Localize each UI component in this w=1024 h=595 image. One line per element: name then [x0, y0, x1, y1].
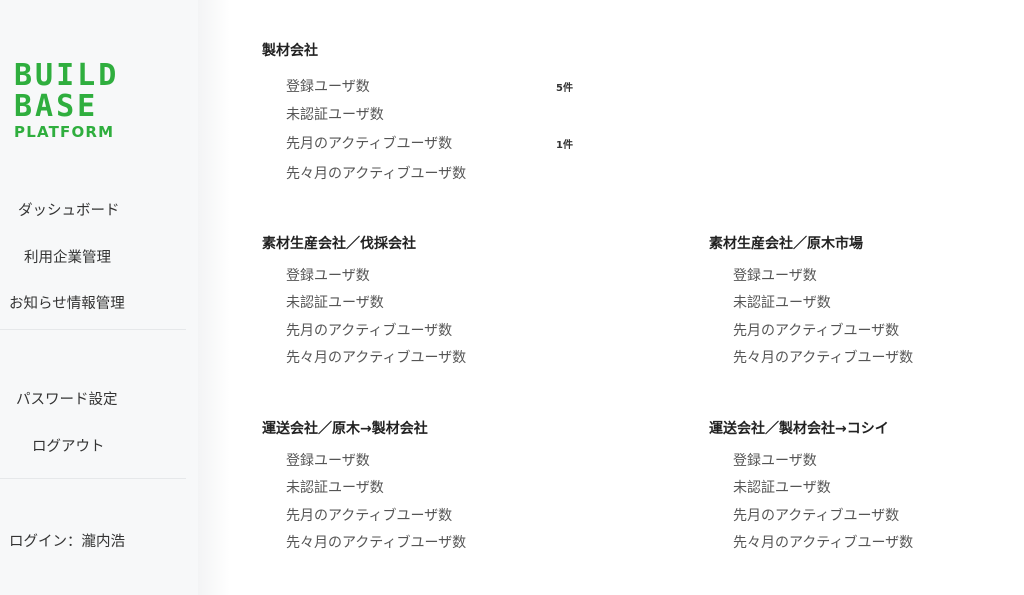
- last-month-active-users-label: 先月のアクティブユーザ数: [733, 323, 900, 339]
- registered-users-label: 登録ユーザ数: [286, 268, 370, 284]
- registered-users-label: 登録ユーザ数: [733, 268, 817, 284]
- sidebar-shadow: [198, 0, 230, 595]
- two-months-ago-active-users-label: 先々月のアクティブユーザ数: [733, 535, 914, 551]
- section-title: 素材生産会社／伐採会社: [262, 236, 416, 252]
- section-title: 製材会社: [262, 43, 318, 59]
- logo-line-1: BUILD: [14, 58, 120, 93]
- nav-item-logout[interactable]: ログアウト: [0, 435, 198, 456]
- nav-divider: [0, 329, 186, 330]
- two-months-ago-active-users-label: 先々月のアクティブユーザ数: [286, 350, 467, 366]
- stats-section-sawmill: 製材会社 登録ユーザ数 5件 未認証ユーザ数 先月のアクティブユーザ数 1件 先…: [262, 40, 702, 190]
- last-month-active-users-label: 先月のアクティブユーザ数: [733, 508, 900, 524]
- logo-line-3: PLATFORM: [14, 123, 115, 141]
- section-title: 素材生産会社／原木市場: [709, 236, 863, 252]
- stats-section-logging-company: 素材生産会社／伐採会社 登録ユーザ数 未認証ユーザ数 先月のアクティブユーザ数 …: [262, 233, 702, 373]
- unverified-users-label: 未認証ユーザ数: [733, 295, 831, 311]
- section-title: 運送会社／原木→製材会社: [262, 421, 428, 437]
- logo-line-2: BASE: [14, 89, 99, 124]
- two-months-ago-active-users-label: 先々月のアクティブユーザ数: [286, 166, 467, 182]
- nav-divider: [0, 478, 186, 479]
- registered-users-label: 登録ユーザ数: [733, 453, 817, 469]
- stats-section-transport-sawmill-to-koshii: 運送会社／製材会社→コシイ 登録ユーザ数 未認証ユーザ数 先月のアクティブユーザ…: [709, 418, 1009, 558]
- last-month-active-users-label: 先月のアクティブユーザ数: [286, 323, 453, 339]
- two-months-ago-active-users-label: 先々月のアクティブユーザ数: [286, 535, 467, 551]
- registered-users-label: 登録ユーザ数: [286, 453, 370, 469]
- stats-section-transport-log-to-sawmill: 運送会社／原木→製材会社 登録ユーザ数 未認証ユーザ数 先月のアクティブユーザ数…: [262, 418, 702, 558]
- last-month-active-users-value: 1件: [556, 140, 573, 151]
- unverified-users-label: 未認証ユーザ数: [286, 107, 384, 123]
- last-month-active-users-label: 先月のアクティブユーザ数: [286, 136, 453, 152]
- nav-item-dashboard[interactable]: ダッシュボード: [0, 199, 198, 220]
- section-title: 運送会社／製材会社→コシイ: [709, 421, 889, 437]
- registered-users-value: 5件: [556, 83, 573, 94]
- sidebar: BUILD BASE PLATFORM ダッシュボード 利用企業管理 お知らせ情…: [0, 0, 198, 595]
- build-base-platform-logo[interactable]: BUILD BASE PLATFORM: [14, 60, 134, 142]
- nav-item-password-settings[interactable]: パスワード設定: [0, 388, 198, 409]
- last-month-active-users-label: 先月のアクティブユーザ数: [286, 508, 453, 524]
- stats-section-log-market: 素材生産会社／原木市場 登録ユーザ数 未認証ユーザ数 先月のアクティブユーザ数 …: [709, 233, 1009, 373]
- nav-item-news-management[interactable]: お知らせ情報管理: [0, 292, 198, 313]
- unverified-users-label: 未認証ユーザ数: [286, 295, 384, 311]
- main-content: 製材会社 登録ユーザ数 5件 未認証ユーザ数 先月のアクティブユーザ数 1件 先…: [230, 0, 1024, 595]
- unverified-users-label: 未認証ユーザ数: [286, 480, 384, 496]
- nav-item-company-management[interactable]: 利用企業管理: [0, 246, 198, 267]
- unverified-users-label: 未認証ユーザ数: [733, 480, 831, 496]
- two-months-ago-active-users-label: 先々月のアクティブユーザ数: [733, 350, 914, 366]
- registered-users-label: 登録ユーザ数: [286, 79, 370, 95]
- login-user-label: ログイン：瀧内浩: [9, 534, 125, 550]
